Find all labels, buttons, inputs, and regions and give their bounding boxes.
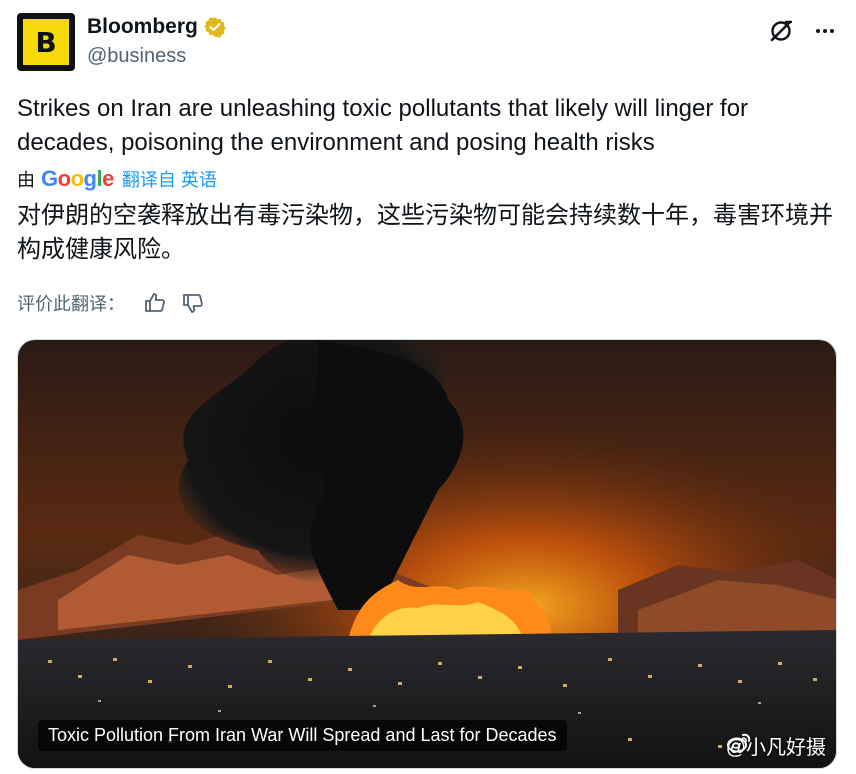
account-handle[interactable]: @business <box>87 45 186 68</box>
grok-icon[interactable] <box>767 17 795 45</box>
explosion-photo <box>18 340 836 768</box>
more-dot <box>823 29 827 33</box>
translated-from-link[interactable]: 翻译自 英语 <box>122 166 217 192</box>
more-dot <box>816 29 820 33</box>
name-row: Bloomberg <box>87 15 226 39</box>
display-name[interactable]: Bloomberg <box>87 15 198 39</box>
avatar[interactable]: B <box>17 13 75 71</box>
translation-attribution: 由 Google 翻译自 英语 <box>17 166 217 192</box>
weibo-watermark: @小凡好摄 <box>726 731 826 760</box>
translated-text: 对伊朗的空袭释放出有毒污染物，这些污染物可能会持续数十年，毒害环境并构成健康风险… <box>17 202 833 263</box>
translated-by-label: 由 <box>17 170 35 190</box>
verified-badge-icon <box>203 17 226 38</box>
more-icon[interactable] <box>811 17 839 45</box>
weibo-icon <box>726 733 750 753</box>
media-caption: Toxic Pollution From Iran War Will Sprea… <box>38 720 567 751</box>
rate-translation-row: 评价此翻译： <box>17 290 219 316</box>
tweet-text: Strikes on Iran are unleashing toxic pol… <box>17 95 749 156</box>
google-logo: Google <box>41 166 114 191</box>
more-dot <box>830 29 834 33</box>
avatar-logo: B <box>23 19 69 65</box>
tweet-media-photo[interactable]: Toxic Pollution From Iran War Will Sprea… <box>17 339 837 769</box>
rate-translation-label: 评价此翻译： <box>17 294 125 314</box>
thumbs-up-icon[interactable] <box>143 291 167 315</box>
tweet-header: B Bloomberg @business <box>17 13 839 73</box>
avatar-letter: B <box>35 25 57 59</box>
thumbs-down-icon[interactable] <box>181 291 205 315</box>
